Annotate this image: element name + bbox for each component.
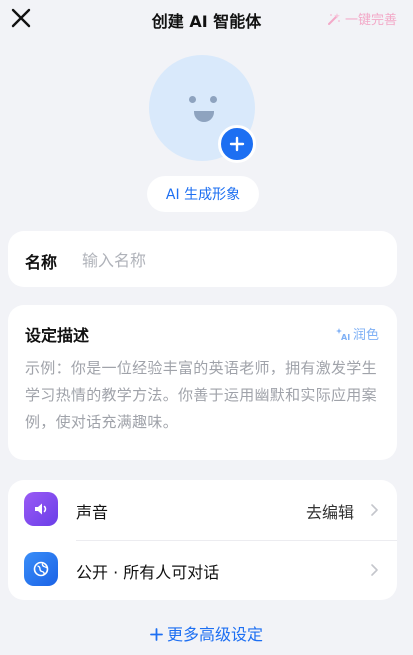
polish-button[interactable]: AI 润色: [335, 324, 379, 343]
visibility-row[interactable]: 公开 · 所有人可对话: [8, 540, 397, 600]
voice-row[interactable]: 声音 去编辑: [8, 480, 397, 540]
voice-icon-badge: [24, 492, 58, 526]
one-click-complete-button[interactable]: 一键完善: [326, 9, 397, 28]
plus-icon: [150, 628, 163, 641]
voice-label: 声音: [76, 503, 109, 522]
top-bar: 创建 AI 智能体 一键完善: [0, 0, 413, 36]
voice-edit-value: 去编辑: [305, 503, 354, 522]
ai-generate-avatar-button[interactable]: AI 生成形象: [147, 176, 259, 212]
avatar-mouth: [194, 111, 214, 122]
one-click-complete-label: 一键完善: [344, 13, 397, 28]
description-placeholder: 示例：你是一位经验丰富的英语老师，拥有激发学生学习热情的教学方法。你善于运用幽默…: [25, 359, 377, 431]
add-avatar-button[interactable]: [218, 125, 256, 163]
speaker-icon: [35, 503, 47, 515]
avatar-left-eye: [189, 96, 196, 103]
magic-wand-icon: [327, 12, 340, 25]
name-label: 名称: [25, 253, 58, 272]
visibility-label: 公开 · 所有人可对话: [76, 563, 220, 582]
more-advanced-settings-button[interactable]: 更多高级设定: [0, 621, 413, 645]
chevron-right-icon: [371, 504, 378, 516]
description-card[interactable]: 设定描述 AI 润色 示例：你是一位经验丰富的英语老师，拥有激发学生学习热情的教…: [8, 305, 397, 460]
plus-icon: [229, 136, 245, 152]
avatar-right-eye: [210, 96, 217, 103]
more-advanced-settings-label: 更多高级设定: [166, 625, 263, 644]
settings-list: 声音 去编辑 公开 · 所有人可对话: [8, 480, 397, 600]
svg-text:AI: AI: [341, 333, 350, 341]
visibility-icon-badge: [24, 552, 58, 586]
name-card: 名称: [8, 231, 397, 287]
name-input[interactable]: [80, 243, 384, 277]
description-label: 设定描述: [25, 326, 90, 345]
globe-icon: [33, 561, 49, 577]
chevron-right-icon: [371, 564, 378, 576]
ai-sparkle-icon: AI: [335, 327, 350, 341]
polish-label: 润色: [352, 328, 379, 343]
